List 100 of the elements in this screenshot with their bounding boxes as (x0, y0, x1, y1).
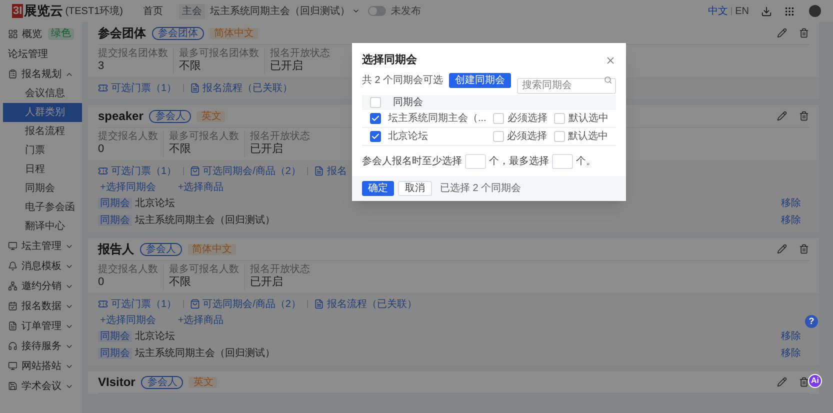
sidebar-item[interactable]: 坛主管理 (0, 236, 82, 256)
type-tag: 参会人 (149, 110, 192, 122)
stat-value: 已开启 (270, 59, 304, 73)
home-link[interactable]: 首页 (142, 4, 163, 18)
sidebar-item[interactable]: 邀约分销 (0, 276, 82, 296)
checkbox-label: 默认选中 (568, 112, 608, 126)
remove-link[interactable]: 移除 (781, 346, 809, 361)
event-selector[interactable]: 坛主系统同期主会（回归测试） (210, 4, 360, 18)
create-button[interactable]: 创建同期会 (449, 72, 512, 88)
checkbox-label: 必须选择 (507, 112, 548, 126)
card-link[interactable]: 可选门票（1） (98, 164, 177, 178)
select-all-checkbox[interactable] (370, 97, 381, 108)
confirm-button[interactable]: 确定 (362, 181, 394, 196)
sidebar-item[interactable]: 消息模板 (0, 256, 82, 276)
session-name: 坛主系统同期主会（回归测试） (135, 214, 275, 228)
session-name: 北京论坛 (135, 196, 175, 211)
card-title: speaker (98, 108, 144, 125)
session-tag: 同期会 (98, 348, 132, 359)
sidebar-item[interactable]: 网站搭站 (0, 356, 82, 376)
search-icon[interactable] (604, 76, 612, 84)
delete-icon[interactable] (799, 377, 809, 387)
stat-value: 3 (98, 59, 106, 73)
sidebar-subitem[interactable]: 日程 (3, 160, 82, 179)
type-tag: 参会人 (140, 242, 182, 256)
sidebar-item[interactable]: 学术会议 (0, 376, 82, 396)
required-checkbox[interactable] (493, 131, 504, 142)
row-checkbox[interactable] (370, 113, 381, 124)
edit-icon[interactable] (777, 244, 787, 254)
session-name: 北京论坛 (388, 130, 429, 144)
card-link[interactable]: 可选门票（1） (98, 80, 177, 96)
sidebar-subitem[interactable]: 门票 (3, 141, 82, 160)
ai-button[interactable]: Ai (808, 374, 822, 388)
search-field[interactable]: 搜索同期会 (517, 78, 616, 94)
publish-status: 未发布 (390, 4, 421, 18)
edit-icon[interactable] (777, 377, 787, 387)
apps-grid-icon[interactable] (784, 6, 795, 16)
checkbox-label: 必须选择 (507, 130, 547, 144)
sidebar-item[interactable]: 论坛管理 (0, 44, 82, 64)
sidebar-subitem[interactable]: 翻译中心 (3, 217, 82, 236)
card-link[interactable]: 报名流程（已关联） (190, 80, 293, 96)
bag-icon (190, 299, 200, 309)
logo-mark: 3I (12, 4, 24, 18)
stat-value: 已开启 (250, 275, 284, 289)
default-checkbox[interactable] (554, 131, 565, 142)
status-badge: 绿色 (48, 28, 74, 40)
menu-item-icon (8, 69, 18, 79)
download-icon[interactable] (761, 6, 772, 16)
close-icon[interactable] (605, 54, 616, 66)
document-icon (190, 83, 200, 93)
remove-link[interactable]: 移除 (781, 196, 809, 211)
stat-label: 提交报名团体数 (98, 48, 168, 59)
stat-value: 已开启 (250, 142, 284, 156)
available-count: 共 2 个同期会可选 (362, 74, 444, 88)
selection-summary: 已选择 2 个同期会 (440, 182, 522, 196)
sidebar-subitem[interactable]: 同期会 (3, 179, 82, 198)
sidebar-item[interactable]: 报名数据 (0, 296, 82, 316)
limit-label: 个。 (576, 154, 596, 168)
sidebar-item[interactable]: 接待服务 (0, 336, 82, 356)
column-header: 同期会 (393, 96, 423, 110)
publish-toggle[interactable] (368, 6, 386, 16)
max-input[interactable] (552, 154, 573, 168)
cancel-button[interactable]: 取消 (398, 181, 432, 196)
sidebar-item[interactable]: 订单管理 (0, 316, 82, 336)
row-checkbox[interactable] (370, 131, 381, 142)
edit-icon[interactable] (777, 28, 787, 38)
ticket-icon (98, 83, 108, 93)
sidebar-subitem[interactable]: 报名流程 (3, 122, 82, 141)
document-icon (314, 299, 324, 309)
card-link[interactable]: 可选门票（1） (98, 296, 177, 312)
language-tag: 简体中文 (188, 244, 236, 254)
language-option[interactable]: EN (735, 4, 749, 18)
sidebar-subitem[interactable]: 电子参会函 (3, 198, 82, 217)
dialog-title: 选择同期会 (362, 52, 417, 68)
sidebar-item[interactable]: 报名规划 (0, 64, 82, 84)
language-option[interactable]: 中文 (708, 4, 728, 18)
edit-icon[interactable] (777, 111, 787, 121)
sidebar-subitem[interactable]: 人群类别 (3, 103, 82, 122)
sidebar-item[interactable]: 概览 绿色 (0, 24, 82, 44)
type-tag: 参会人 (141, 376, 184, 388)
card-link[interactable]: 可选同期会/商品（2） (190, 164, 301, 178)
card-link[interactable]: 报名 (314, 164, 347, 178)
default-checkbox[interactable] (554, 113, 566, 124)
remove-link[interactable]: 移除 (781, 213, 809, 228)
add-link[interactable]: +选择商品 (176, 312, 224, 328)
required-checkbox[interactable] (493, 113, 504, 124)
add-link[interactable]: +选择同期会 (98, 312, 156, 328)
card-link[interactable]: 可选同期会/商品（2） (190, 296, 301, 312)
add-link[interactable]: +选择同期会 (98, 180, 156, 194)
avatar[interactable] (809, 5, 821, 17)
session-name: 北京论坛 (135, 330, 175, 344)
stat-value: 不限 (169, 275, 192, 289)
add-link[interactable]: +选择商品 (176, 180, 224, 194)
chevron-down-icon[interactable] (352, 7, 360, 15)
min-input[interactable] (465, 154, 486, 168)
remove-link[interactable]: 移除 (781, 329, 809, 344)
stat-label: 最多可报名人数 (169, 131, 239, 142)
card-link[interactable]: 报名流程（已关联） (314, 296, 417, 312)
menu-item-icon (8, 301, 18, 311)
card-title: 报告人 (98, 241, 134, 258)
sidebar-subitem[interactable]: 会议信息 (3, 84, 82, 103)
